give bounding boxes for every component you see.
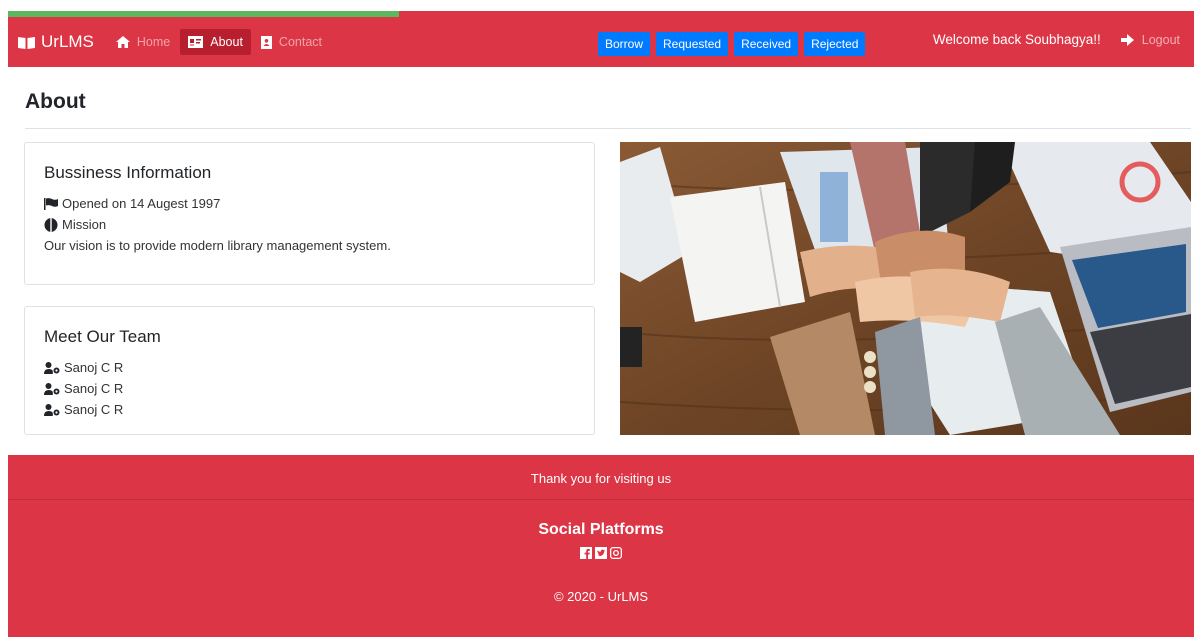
loan-actions: Borrow Requested Received Rejected: [598, 32, 871, 56]
footer-thanks: Thank you for visiting us: [8, 455, 1194, 500]
user-area: Welcome back Soubhagya!! Logout: [933, 32, 1180, 47]
facebook-icon[interactable]: [580, 547, 592, 559]
team-member-name: Sanoj C R: [64, 402, 124, 417]
twitter-icon[interactable]: [595, 547, 607, 559]
nav-about-label: About: [210, 35, 243, 49]
social-icons: [8, 547, 1194, 559]
nav-home-label: Home: [136, 35, 171, 49]
mission-label: Mission: [62, 217, 107, 232]
nav-about[interactable]: About: [180, 29, 251, 55]
team-hands-illustration: [620, 142, 1191, 435]
brand-link[interactable]: UrLMS: [18, 32, 94, 52]
borrow-button[interactable]: Borrow: [598, 32, 651, 56]
logout-label: Logout: [1141, 32, 1180, 47]
id-card-icon: [188, 36, 204, 48]
nav-contact-label: Contact: [278, 35, 323, 49]
team-card: Meet Our Team Sanoj C R Sanoj C R Sanoj …: [24, 306, 595, 435]
nav-contact[interactable]: Contact: [253, 29, 330, 55]
mission-line: Mission: [44, 214, 575, 235]
social-title: Social Platforms: [538, 521, 664, 538]
flag-icon: [44, 197, 58, 210]
copyright: © 2020 - UrLMS: [553, 589, 649, 604]
user-cog-icon: [44, 382, 60, 395]
top-navbar: UrLMS Home About Contact Borrow Requeste…: [8, 17, 1194, 67]
user-cog-icon: [44, 361, 60, 374]
opened-date: Opened on 14 Augest 1997: [62, 196, 221, 211]
team-member: Sanoj C R: [44, 399, 575, 420]
rejected-button[interactable]: Rejected: [804, 32, 866, 56]
home-icon: [115, 36, 130, 48]
team-member-name: Sanoj C R: [64, 360, 124, 375]
contact-book-icon: [260, 35, 272, 49]
welcome-message: Welcome back Soubhagya!!: [932, 32, 1101, 47]
opened-line: Opened on 14 Augest 1997: [44, 193, 575, 214]
team-hands-photo: [620, 142, 1191, 435]
nav-home[interactable]: Home: [108, 29, 178, 55]
title-divider: [25, 128, 1191, 129]
team-title: Meet Our Team: [44, 327, 161, 346]
vision-text: Our vision is to provide modern library …: [44, 238, 391, 253]
page-title: About: [25, 90, 86, 113]
user-cog-icon: [44, 403, 60, 416]
book-open-icon: [18, 36, 35, 49]
instagram-icon[interactable]: [610, 547, 622, 559]
team-member: Sanoj C R: [44, 357, 575, 378]
page-footer: Thank you for visiting us Social Platfor…: [8, 455, 1194, 637]
vision-line: Our vision is to provide modern library …: [44, 235, 575, 256]
business-info-title: Bussiness Information: [44, 163, 212, 182]
requested-button[interactable]: Requested: [656, 32, 729, 56]
team-member: Sanoj C R: [44, 378, 575, 399]
business-info-card: Bussiness Information Opened on 14 Auges…: [24, 142, 595, 285]
received-button[interactable]: Received: [734, 32, 799, 56]
sign-out-icon: [1120, 33, 1134, 46]
logout-link[interactable]: Logout: [1120, 32, 1180, 47]
team-member-name: Sanoj C R: [64, 381, 124, 396]
brand-name: UrLMS: [41, 32, 94, 51]
mission-icon: [44, 217, 58, 232]
